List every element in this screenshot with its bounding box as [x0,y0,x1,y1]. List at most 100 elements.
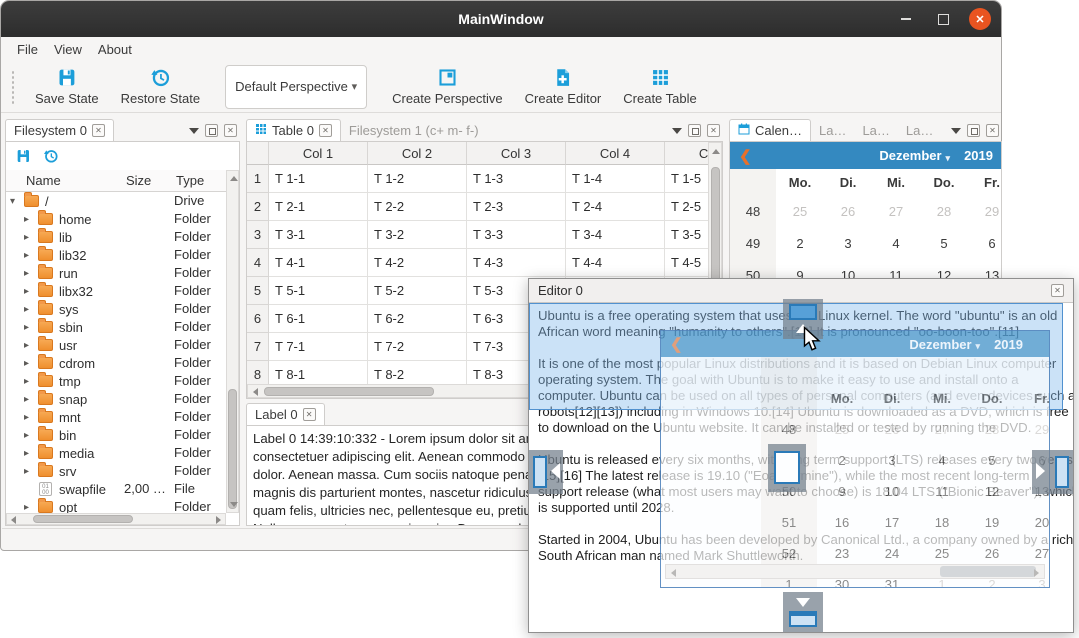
panel-close-icon[interactable] [986,124,999,137]
calendar-day-cell[interactable]: 26 [824,196,872,228]
window-titlebar[interactable]: MainWindow [1,1,1001,37]
twisty-icon[interactable]: ▸ [24,340,36,351]
row-header[interactable]: 2 [247,193,269,221]
tree-row[interactable]: ▸usrFolder [6,336,226,354]
twisty-icon[interactable]: ▾ [10,196,22,207]
restore-history-icon[interactable] [43,148,59,164]
tree-row[interactable]: ▸srvFolder [6,462,226,480]
calendar-day-cell[interactable]: 27 [872,196,920,228]
scroll-down-icon[interactable] [230,502,238,507]
tree-row[interactable]: ▸tmpFolder [6,372,226,390]
minimize-button[interactable] [895,8,917,30]
tab-filesystem-0[interactable]: Filesystem 0 [5,119,114,141]
tree-row[interactable]: ▸optFolder [6,498,226,513]
panel-close-icon[interactable] [707,124,720,137]
twisty-icon[interactable]: ▸ [24,304,36,315]
create-table-button[interactable]: Create Table [612,65,707,108]
table-cell[interactable]: T 8-2 [368,361,467,384]
table-cell[interactable]: T 3-5 [665,221,708,249]
calendar-day-cell[interactable]: 25 [776,196,824,228]
scroll-up-icon[interactable] [712,149,720,154]
tree-row[interactable]: ▸mntFolder [6,408,226,426]
table-cell[interactable]: T 5-2 [368,277,467,305]
tab-la[interactable]: La… [898,119,941,141]
tree-row[interactable]: ▾/Drive [6,192,226,210]
previous-month-icon[interactable]: ❮ [730,147,761,165]
tab-calen[interactable]: Calen… [729,119,811,141]
table-cell[interactable]: T 4-4 [566,249,665,277]
twisty-icon[interactable]: ▸ [24,250,36,261]
tab-table-0[interactable]: Table 0 [246,119,341,141]
calendar-day-cell[interactable]: 11 [917,476,967,507]
table-cell[interactable]: T 1-5 [665,165,708,193]
table-cell[interactable]: T 1-4 [566,165,665,193]
scroll-left-icon[interactable] [11,516,16,524]
panel-float-icon[interactable] [967,124,980,137]
table-column-header[interactable]: Col 3 [467,142,566,165]
calendar-day-cell[interactable]: 29 [1017,414,1050,445]
calendar-day-cell[interactable]: 5 [920,228,968,260]
tree-row[interactable]: ▸libx32Folder [6,282,226,300]
row-header[interactable]: 7 [247,333,269,361]
row-header[interactable]: 1 [247,165,269,193]
table-cell[interactable]: T 5-1 [269,277,368,305]
twisty-icon[interactable]: ▸ [24,376,36,387]
menu-item-file[interactable]: File [9,39,46,60]
close-button[interactable] [969,8,991,30]
table-cell[interactable]: T 6-2 [368,305,467,333]
calendar-month[interactable]: Dezember [879,148,941,163]
drop-indicator-right[interactable] [1032,450,1073,494]
tree-row[interactable]: ▸cdromFolder [6,354,226,372]
calendar-day-cell[interactable]: 20 [1017,507,1050,538]
drop-indicator-center[interactable] [768,444,806,492]
twisty-icon[interactable]: ▸ [24,412,36,423]
calendar-day-cell[interactable]: 6 [968,228,1002,260]
tree-vertical-scrollbar[interactable] [226,170,239,513]
tree-row[interactable]: swapfile2,00 …File [6,480,226,498]
table-cell[interactable]: T 1-1 [269,165,368,193]
calendar-day-cell[interactable]: 28 [967,414,1017,445]
scrollbar-thumb[interactable] [33,515,133,523]
calendar-day-cell[interactable]: 16 [817,507,867,538]
tab-filesystem-1-c-m-f[interactable]: Filesystem 1 (c+ m- f-) [341,119,487,141]
row-header[interactable]: 3 [247,221,269,249]
twisty-icon[interactable]: ▸ [24,232,36,243]
create-perspective-button[interactable]: Create Perspective [381,65,514,108]
twisty-icon[interactable]: ▸ [24,466,36,477]
table-cell[interactable]: T 3-2 [368,221,467,249]
panel-menu-icon[interactable] [951,128,961,134]
save-icon[interactable] [15,148,31,164]
menu-item-about[interactable]: About [90,39,140,60]
table-column-header[interactable]: Col 2 [368,142,467,165]
save-state-button[interactable]: Save State [24,65,110,108]
panel-close-icon[interactable] [224,124,237,137]
table-cell[interactable]: T 1-2 [368,165,467,193]
twisty-icon[interactable]: ▸ [24,286,36,297]
column-header-size[interactable]: Size [126,170,151,192]
row-header[interactable]: 6 [247,305,269,333]
toolbar-drag-handle[interactable] [11,70,16,104]
create-editor-button[interactable]: Create Editor [514,65,613,108]
calendar-day-cell[interactable]: 5 [967,445,1017,476]
twisty-icon[interactable]: ▸ [24,394,36,405]
table-cell[interactable]: T 7-2 [368,333,467,361]
calendar-year[interactable]: 2019 [964,148,993,163]
panel-float-icon[interactable] [688,124,701,137]
table-column-header[interactable]: Col 1 [269,142,368,165]
table-cell[interactable]: T 4-3 [467,249,566,277]
calendar-day-cell[interactable]: 29 [968,196,1002,228]
calendar-day-cell[interactable]: 17 [867,507,917,538]
tree-row[interactable]: ▸sbinFolder [6,318,226,336]
table-column-header[interactable]: Col 4 [566,142,665,165]
tab-close-icon[interactable] [92,124,105,137]
calendar-day-cell[interactable]: 19 [967,507,1017,538]
tree-row[interactable]: ▸lib32Folder [6,246,226,264]
tree-row[interactable]: ▸binFolder [6,426,226,444]
scroll-up-icon[interactable] [230,176,238,181]
drop-indicator-left[interactable] [529,450,563,494]
table-cell[interactable]: T 7-1 [269,333,368,361]
calendar-day-cell[interactable]: 3 [867,445,917,476]
drop-indicator-bottom[interactable] [783,592,823,632]
calendar-day-cell[interactable]: 28 [920,196,968,228]
menu-item-view[interactable]: View [46,39,90,60]
